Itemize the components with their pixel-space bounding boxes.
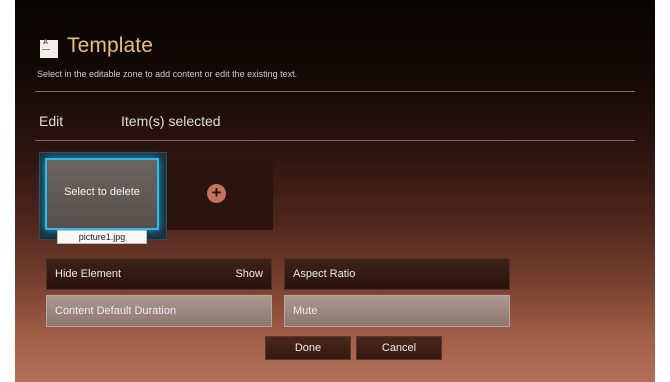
aspect-ratio-option[interactable]: Aspect Ratio <box>284 258 510 290</box>
hide-element-value: Show <box>235 268 263 280</box>
mute-option[interactable]: Mute <box>284 295 510 327</box>
plus-circle-icon[interactable]: + <box>207 184 226 203</box>
template-icon <box>40 39 58 58</box>
filename-label: picture1.jpg <box>57 230 147 244</box>
content-default-duration-label: Content Default Duration <box>55 305 177 317</box>
edit-label: Edit <box>39 113 64 129</box>
divider <box>35 91 635 92</box>
aspect-ratio-label: Aspect Ratio <box>293 268 356 280</box>
hide-element-label: Hide Element <box>55 268 122 280</box>
divider <box>35 140 635 141</box>
mute-label: Mute <box>293 305 318 317</box>
done-button[interactable]: Done <box>265 336 351 360</box>
page-title: Template <box>67 34 154 57</box>
hide-element-option[interactable]: Hide Element Show <box>46 258 272 290</box>
items-selected-label: Item(s) selected <box>121 113 221 129</box>
cancel-button[interactable]: Cancel <box>356 336 442 360</box>
page-subtitle: Select in the editable zone to add conte… <box>37 69 298 79</box>
content-default-duration-option[interactable]: Content Default Duration <box>46 295 272 327</box>
select-to-delete-text: Select to delete <box>64 186 140 198</box>
template-screen: Template Select in the editable zone to … <box>15 0 655 382</box>
